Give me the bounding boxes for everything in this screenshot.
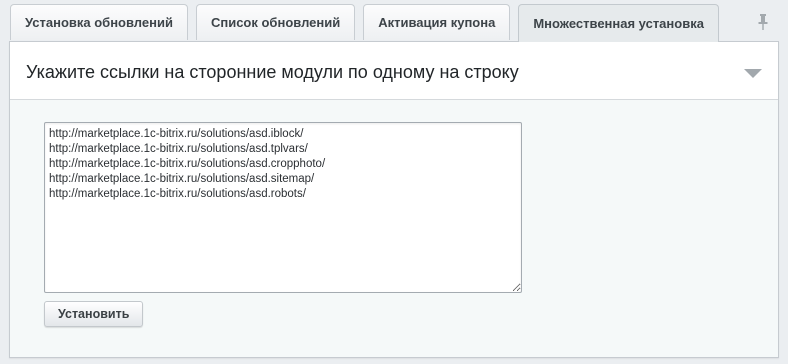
tab-label: Активация купона bbox=[378, 15, 496, 30]
tab-multiple-install[interactable]: Множественная установка bbox=[518, 4, 719, 42]
tab-updates-list[interactable]: Список обновлений bbox=[195, 4, 356, 40]
panel-header: Укажите ссылки на сторонние модули по од… bbox=[10, 42, 778, 100]
tab-coupon-activation[interactable]: Активация купона bbox=[363, 4, 511, 40]
tab-bar: Установка обновлений Список обновлений А… bbox=[10, 4, 727, 42]
pin-icon bbox=[758, 14, 768, 30]
tab-label: Список обновлений bbox=[210, 15, 341, 30]
pin-button[interactable] bbox=[752, 11, 774, 33]
tab-install-updates[interactable]: Установка обновлений bbox=[10, 4, 188, 40]
tab-label: Установка обновлений bbox=[25, 15, 173, 30]
tab-label: Множественная установка bbox=[533, 16, 704, 31]
update-installer-window: Установка обновлений Список обновлений А… bbox=[0, 0, 788, 364]
panel-body: http://marketplace.1c-bitrix.ru/solution… bbox=[10, 100, 778, 357]
module-links-textarea[interactable]: http://marketplace.1c-bitrix.ru/solution… bbox=[44, 122, 522, 293]
triangle-down-icon[interactable] bbox=[744, 69, 762, 78]
multiple-install-panel: Укажите ссылки на сторонние модули по од… bbox=[9, 41, 779, 358]
install-button[interactable]: Установить bbox=[44, 301, 144, 327]
panel-title: Укажите ссылки на сторонние модули по од… bbox=[26, 62, 519, 82]
